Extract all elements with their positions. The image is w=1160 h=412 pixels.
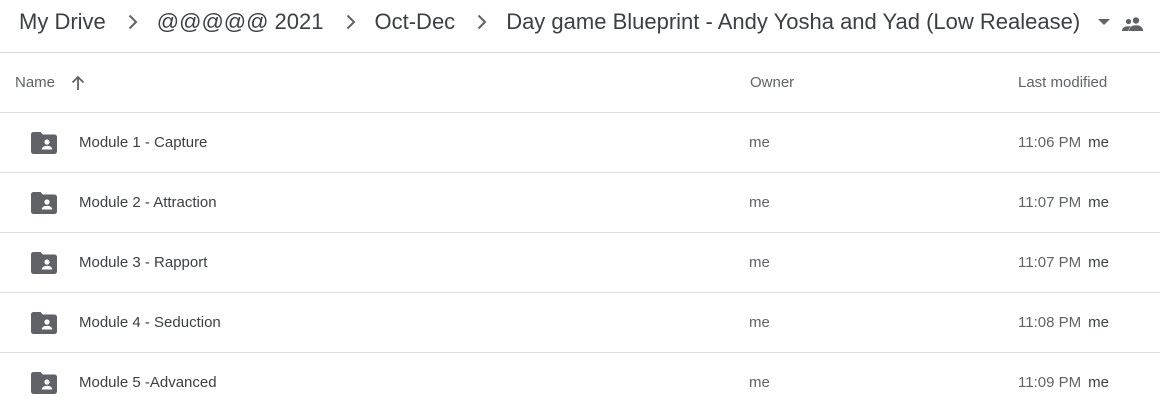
file-list: Module 1 - Capture me 11:06 PM me Module… [0,112,1160,412]
table-row[interactable]: Module 5 -Advanced me 11:09 PM me [0,352,1160,412]
table-row[interactable]: Module 3 - Rapport me 11:07 PM me [0,232,1160,292]
chevron-right-icon [344,14,358,30]
file-owner: me [749,254,770,271]
modified-time: 11:09 PM [1018,374,1082,391]
modified-by: me [1088,254,1109,271]
column-header-name[interactable]: Name [15,53,87,112]
modified-by: me [1088,374,1109,391]
file-owner: me [749,194,770,211]
shared-folder-icon [31,252,57,274]
shared-folder-icon [31,132,57,154]
table-row[interactable]: Module 1 - Capture me 11:06 PM me [0,112,1160,172]
shared-folder-icon [31,192,57,214]
breadcrumb-current-folder[interactable]: Day game Blueprint - Andy Yosha and Yad … [506,9,1080,35]
breadcrumb: My Drive @@@@@ 2021 Oct-Dec Day game Blu… [0,0,1160,44]
table-row[interactable]: Module 2 - Attraction me 11:07 PM me [0,172,1160,232]
breadcrumb-year-folder[interactable]: @@@@@ 2021 [157,9,324,35]
file-name: Module 1 - Capture [79,134,208,151]
modified-by: me [1088,134,1109,151]
arrow-up-icon[interactable] [69,74,87,92]
file-name: Module 4 - Seduction [79,314,221,331]
table-header: Name Owner Last modified [0,53,1160,112]
chevron-right-icon [126,14,140,30]
file-name: Module 3 - Rapport [79,254,208,271]
modified-time: 11:06 PM [1018,134,1082,151]
file-name: Module 2 - Attraction [79,194,217,211]
modified-by: me [1088,314,1109,331]
shared-folder-icon [31,312,57,334]
modified-by: me [1088,194,1109,211]
file-last-modified: 11:09 PM me [1018,353,1109,412]
file-owner: me [749,314,770,331]
file-last-modified: 11:06 PM me [1018,113,1109,172]
arrow-drop-down-icon[interactable] [1092,10,1116,34]
breadcrumb-oct-dec[interactable]: Oct-Dec [375,9,456,35]
file-last-modified: 11:08 PM me [1018,293,1109,352]
modified-time: 11:08 PM [1018,314,1082,331]
modified-time: 11:07 PM [1018,254,1082,271]
column-header-last-modified[interactable]: Last modified [1018,53,1107,112]
column-header-owner[interactable]: Owner [750,53,794,112]
file-last-modified: 11:07 PM me [1018,173,1109,232]
column-header-name-label: Name [15,74,56,91]
file-last-modified: 11:07 PM me [1018,233,1109,292]
breadcrumb-my-drive[interactable]: My Drive [19,9,106,35]
file-owner: me [749,374,770,391]
modified-time: 11:07 PM [1018,194,1082,211]
table-row[interactable]: Module 4 - Seduction me 11:08 PM me [0,292,1160,352]
people-icon[interactable] [1121,12,1145,36]
chevron-right-icon [475,14,489,30]
file-owner: me [749,134,770,151]
shared-folder-icon [31,372,57,394]
file-name: Module 5 -Advanced [79,374,217,391]
